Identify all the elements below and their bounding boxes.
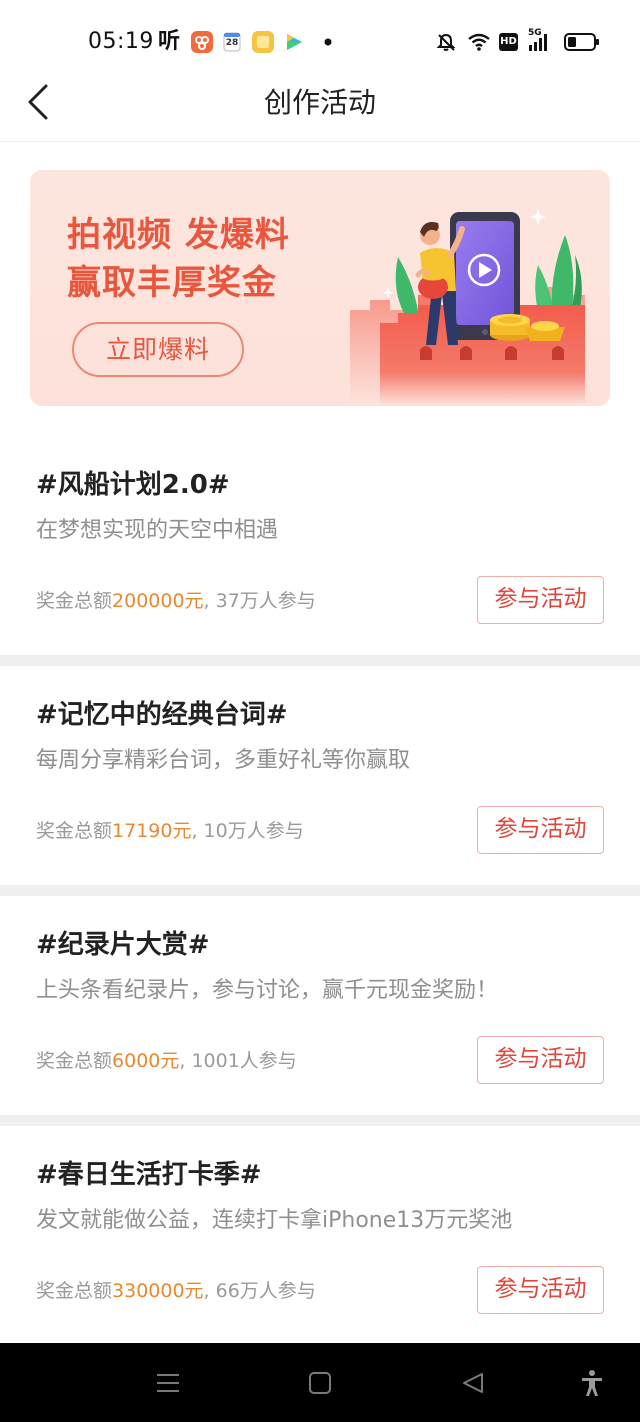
prize-label: 奖金总额 <box>36 1280 113 1302</box>
prize-label: 奖金总额 <box>36 590 113 612</box>
bell-off-icon <box>436 33 456 51</box>
calendar-icon: 28 <box>223 32 241 52</box>
join-activity-button[interactable]: 参与活动 <box>477 1036 604 1084</box>
activity-subtitle: 在梦想实现的天空中相遇 <box>36 518 279 543</box>
activity-subtitle: 每周分享精彩台词，多重好礼等你赢取 <box>36 748 411 773</box>
banner-subheadline: 赢取丰厚奖金 <box>67 263 277 303</box>
activity-stats: 奖金总额6000元, 1001人参与 <box>36 1049 297 1073</box>
activity-stats: 奖金总额330000元, 66万人参与 <box>36 1279 316 1303</box>
activity-card[interactable]: #纪录片大赏# 上头条看纪录片，参与讨论，赢千元现金奖励！ 奖金总额6000元,… <box>0 896 640 1115</box>
card-separator <box>0 655 640 666</box>
join-activity-button[interactable]: 参与活动 <box>477 806 604 854</box>
battery-icon <box>564 33 599 51</box>
wifi-icon <box>468 33 490 51</box>
prize-amount: 17190元 <box>112 820 192 842</box>
submit-tip-button[interactable]: 立即爆料 <box>72 322 244 377</box>
page-title: 创作活动 <box>263 86 376 119</box>
calendar-day: 28 <box>225 38 239 48</box>
activity-title: #记忆中的经典台词# <box>36 700 288 730</box>
menu-icon[interactable] <box>155 1372 181 1394</box>
prize-label: 奖金总额 <box>36 820 113 842</box>
join-activity-button[interactable]: 参与活动 <box>477 1266 604 1314</box>
orange-app-icon <box>191 31 213 53</box>
activity-title: #风船计划2.0# <box>36 470 230 500</box>
banner-headline: 拍视频 发爆料 <box>67 215 290 255</box>
activity-title: #纪录片大赏# <box>36 930 210 960</box>
participant-count: , 1001人参与 <box>179 1050 297 1072</box>
system-navigation-bar <box>0 1343 640 1422</box>
prize-amount: 200000元 <box>112 590 204 612</box>
notes-app-icon <box>252 31 274 53</box>
home-square-icon[interactable] <box>308 1371 332 1395</box>
activity-stats: 奖金总额17190元, 10万人参与 <box>36 819 304 843</box>
back-triangle-icon[interactable] <box>460 1371 486 1395</box>
prize-amount: 6000元 <box>112 1050 180 1072</box>
activity-stats: 奖金总额200000元, 37万人参与 <box>36 589 316 613</box>
ting-app-icon: 听 <box>158 29 181 54</box>
activity-card[interactable]: #记忆中的经典台词# 每周分享精彩台词，多重好礼等你赢取 奖金总额17190元,… <box>0 666 640 885</box>
promo-banner[interactable]: 拍视频 发爆料 赢取丰厚奖金 立即爆料 <box>30 170 610 406</box>
more-dot-icon <box>324 38 332 46</box>
card-separator <box>0 885 640 896</box>
activity-subtitle: 发文就能做公益，连续打卡拿iPhone13万元奖池 <box>36 1208 513 1233</box>
activity-card[interactable]: #春日生活打卡季# 发文就能做公益，连续打卡拿iPhone13万元奖池 奖金总额… <box>0 1126 640 1343</box>
activity-title: #春日生活打卡季# <box>36 1160 262 1190</box>
participant-count: , 66万人参与 <box>203 1280 316 1302</box>
activity-card[interactable]: #风船计划2.0# 在梦想实现的天空中相遇 奖金总额200000元, 37万人参… <box>0 436 640 655</box>
top-app-bar: 创作活动 <box>0 70 640 142</box>
card-separator <box>0 1115 640 1126</box>
video-app-icon <box>287 34 302 50</box>
banner-illustration <box>350 209 585 405</box>
activity-subtitle: 上头条看纪录片，参与讨论，赢千元现金奖励！ <box>36 978 499 1003</box>
prize-label: 奖金总额 <box>36 1050 113 1072</box>
status-time: 05:19 <box>88 29 154 54</box>
status-bar: 05:19 听 28 HD 5G <box>0 0 640 80</box>
participant-count: , 37万人参与 <box>203 590 316 612</box>
prize-amount: 330000元 <box>112 1280 204 1302</box>
signal-icon <box>529 34 547 51</box>
accessibility-icon[interactable] <box>580 1369 604 1397</box>
hd-icon: HD <box>499 33 518 51</box>
participant-count: , 10万人参与 <box>191 820 304 842</box>
join-activity-button[interactable]: 参与活动 <box>477 576 604 624</box>
